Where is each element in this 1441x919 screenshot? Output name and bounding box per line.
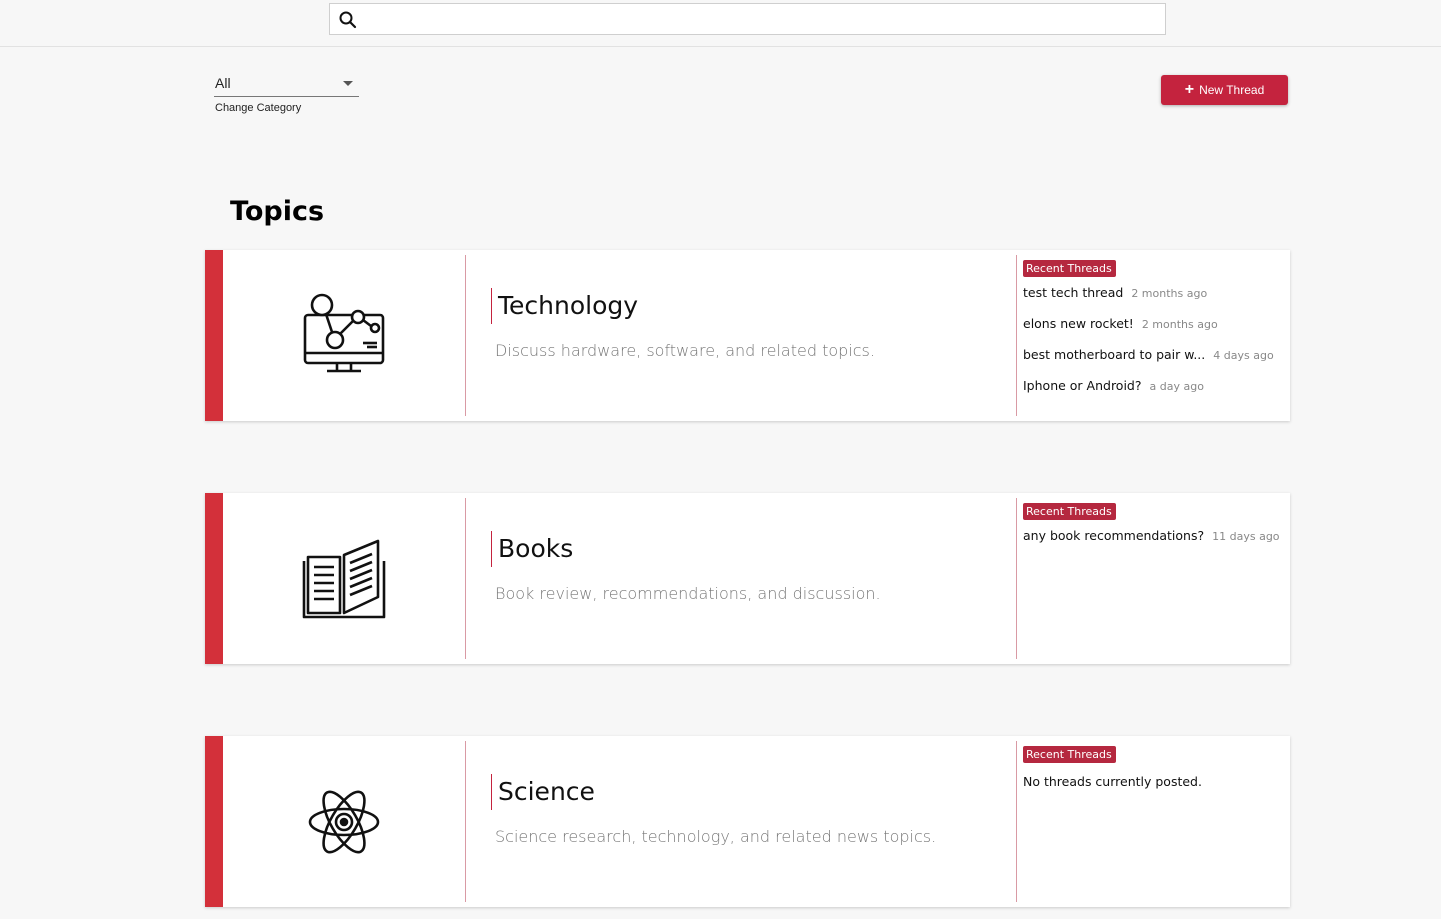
recent-thread-list: any book recommendations? 11 days ago: [1023, 528, 1285, 559]
thread-time: a day ago: [1149, 380, 1204, 393]
topic-description: Science research, technology, and relate…: [495, 827, 937, 846]
thread-item[interactable]: Iphone or Android? a day ago: [1023, 378, 1285, 409]
recent-threads-badge: Recent Threads: [1023, 746, 1116, 763]
open-book-icon: [302, 539, 386, 618]
topic-icon-area: [223, 493, 465, 664]
recent-threads-panel: Recent Threads any book recommendations?…: [1023, 502, 1285, 559]
thread-item[interactable]: best motherboard to pair w... 4 days ago: [1023, 347, 1285, 378]
topic-link[interactable]: Science Science research, technology, an…: [491, 774, 991, 846]
thread-time: 11 days ago: [1212, 530, 1280, 543]
new-thread-button[interactable]: + New Thread: [1161, 75, 1288, 105]
card-divider: [465, 498, 466, 659]
topic-icon-area: [223, 250, 465, 421]
topic-card-science: Science Science research, technology, an…: [205, 736, 1290, 907]
category-selected-value: All: [215, 75, 231, 91]
chevron-down-icon[interactable]: [343, 81, 353, 86]
thread-time: 4 days ago: [1213, 349, 1274, 362]
empty-threads-message: No threads currently posted.: [1023, 774, 1202, 789]
thread-time: 2 months ago: [1141, 318, 1218, 331]
thread-title[interactable]: Iphone or Android?: [1023, 378, 1142, 393]
search-box[interactable]: [329, 3, 1166, 35]
topic-description: Book review, recommendations, and discus…: [495, 584, 881, 603]
search-icon[interactable]: [338, 10, 358, 30]
thread-item[interactable]: elons new rocket! 2 months ago: [1023, 316, 1285, 347]
topic-name[interactable]: Books: [491, 531, 991, 567]
topic-card-books: Books Book review, recommendations, and …: [205, 493, 1290, 664]
thread-item[interactable]: any book recommendations? 11 days ago: [1023, 528, 1285, 559]
recent-threads-panel: Recent Threads No threads currently post…: [1023, 745, 1285, 789]
card-divider: [465, 741, 466, 902]
recent-threads-panel: Recent Threads test tech thread 2 months…: [1023, 259, 1285, 409]
topic-card-technology: Technology Discuss hardware, software, a…: [205, 250, 1290, 421]
thread-time: 2 months ago: [1131, 287, 1208, 300]
card-accent-bar: [205, 736, 223, 907]
atom-icon: [308, 790, 380, 853]
card-divider: [1016, 741, 1017, 902]
topic-link[interactable]: Technology Discuss hardware, software, a…: [491, 288, 991, 360]
topic-link[interactable]: Books Book review, recommendations, and …: [491, 531, 991, 603]
recent-threads-badge: Recent Threads: [1023, 260, 1116, 277]
topic-name[interactable]: Technology: [491, 288, 991, 324]
category-select[interactable]: All Change Category: [214, 72, 359, 114]
recent-threads-badge: Recent Threads: [1023, 503, 1116, 520]
thread-title[interactable]: any book recommendations?: [1023, 528, 1204, 543]
top-bar: [0, 0, 1441, 47]
category-dropdown[interactable]: All: [214, 72, 359, 97]
card-divider: [1016, 255, 1017, 416]
card-divider: [465, 255, 466, 416]
plus-icon: +: [1184, 81, 1195, 98]
thread-item[interactable]: test tech thread 2 months ago: [1023, 285, 1285, 316]
new-thread-label: New Thread: [1199, 83, 1265, 97]
topic-icon-area: [223, 736, 465, 907]
thread-title[interactable]: test tech thread: [1023, 285, 1123, 300]
page-title: Topics: [230, 196, 325, 227]
topic-description: Discuss hardware, software, and related …: [495, 341, 875, 360]
card-accent-bar: [205, 250, 223, 421]
category-helper-text: Change Category: [215, 102, 302, 114]
card-accent-bar: [205, 493, 223, 664]
card-divider: [1016, 498, 1017, 659]
thread-title[interactable]: best motherboard to pair w...: [1023, 347, 1205, 362]
search-input[interactable]: [362, 5, 1158, 33]
thread-title[interactable]: elons new rocket!: [1023, 316, 1134, 331]
computer-network-icon: [303, 293, 385, 372]
recent-thread-list: test tech thread 2 months ago elons new …: [1023, 285, 1285, 409]
topic-name[interactable]: Science: [491, 774, 991, 810]
